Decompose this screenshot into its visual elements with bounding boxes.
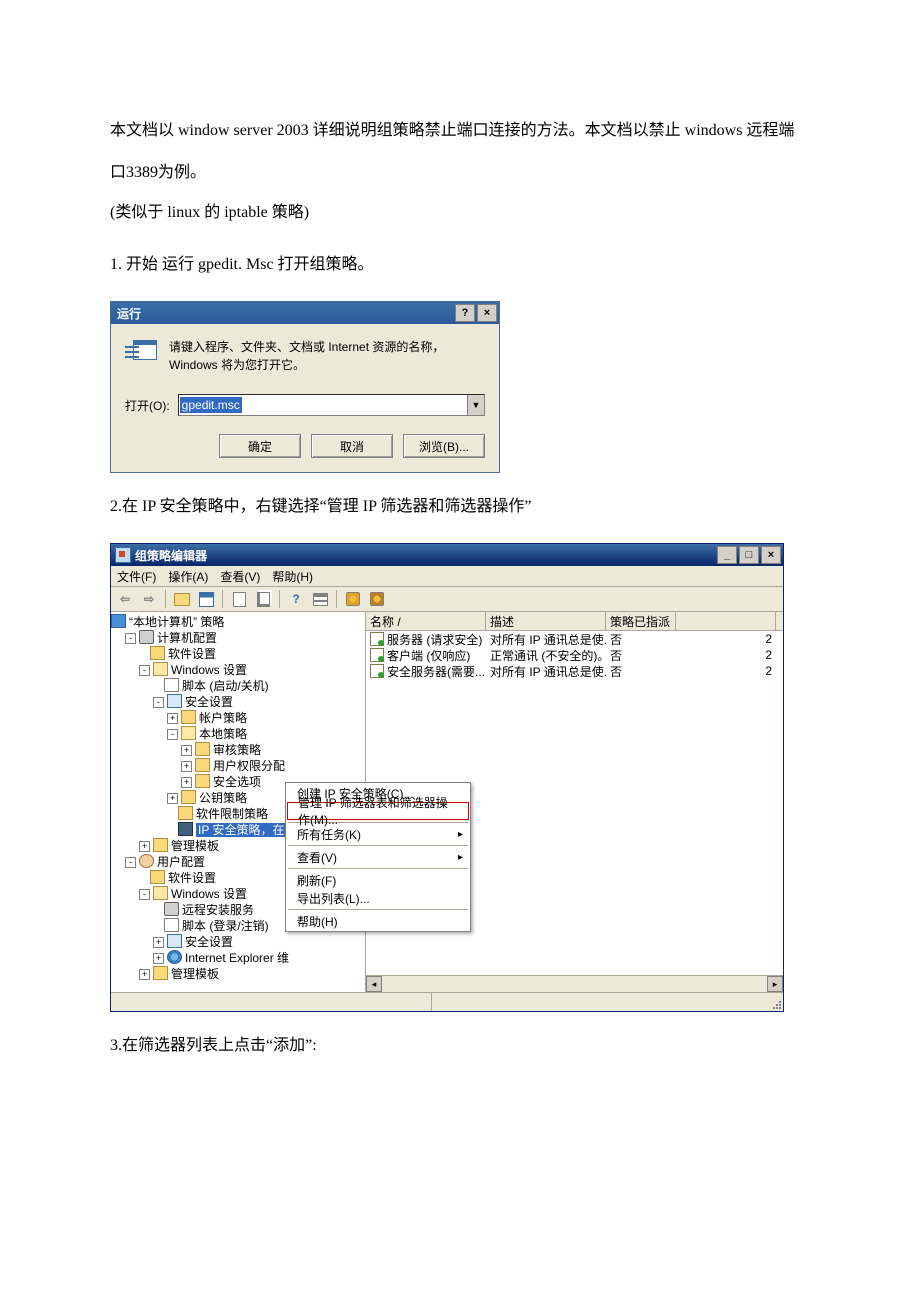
ctx-help[interactable]: 帮助(H) (287, 912, 469, 930)
step-3: 3.在筛选器列表上点击“添加”: (110, 1030, 810, 1062)
cancel-button[interactable]: 取消 (311, 434, 393, 458)
list-header: 名称 / 描述 策略已指派 (366, 612, 783, 631)
tree-item[interactable]: 软件设置 (111, 646, 365, 662)
col-desc[interactable]: 描述 (486, 612, 606, 630)
menu-view[interactable]: 查看(V) (220, 568, 260, 585)
tree-computer-config[interactable]: -计算机配置 (111, 630, 365, 646)
policy-icon (370, 648, 384, 662)
ctx-all-tasks[interactable]: 所有任务(K) (287, 825, 469, 843)
run-titlebar: 运行 ? × (111, 302, 499, 324)
maximize-icon[interactable]: □ (739, 546, 759, 564)
chevron-down-icon[interactable]: ▼ (467, 395, 484, 415)
ctx-refresh[interactable]: 刷新(F) (287, 871, 469, 889)
close-icon[interactable]: × (477, 304, 497, 322)
run-icon (125, 340, 157, 364)
col-name[interactable]: 名称 / (366, 612, 486, 630)
browse-button[interactable]: 浏览(B)... (403, 434, 485, 458)
run-description: 请键入程序、文件夹、文档或 Internet 资源的名称，Windows 将为您… (169, 338, 485, 374)
policy-icon (370, 664, 384, 678)
ok-button[interactable]: 确定 (219, 434, 301, 458)
gpedit-window: 组策略编辑器 _ □ × 文件(F) 操作(A) 查看(V) 帮助(H) ⇦ ⇨ (110, 543, 784, 1012)
forward-icon[interactable]: ⇨ (139, 589, 159, 609)
mmc-icon (115, 547, 131, 563)
ipsec-icon-2[interactable] (367, 589, 387, 609)
ctx-export[interactable]: 导出列表(L)... (287, 889, 469, 907)
minimize-icon[interactable]: _ (717, 546, 737, 564)
resize-grip-icon[interactable] (767, 993, 783, 1011)
statusbar (111, 992, 783, 1011)
up-folder-icon[interactable] (172, 589, 192, 609)
tree-item[interactable]: +管理模板 (111, 966, 365, 982)
help-icon[interactable]: ? (455, 304, 475, 322)
menu-action[interactable]: 操作(A) (168, 568, 208, 585)
list-item[interactable]: 安全服务器(需要...对所有 IP 通讯总是使...否2 (366, 663, 783, 679)
col-last[interactable] (676, 612, 776, 630)
ipsec-icon-1[interactable] (343, 589, 363, 609)
toolbar: ⇦ ⇨ (111, 587, 783, 612)
scroll-left-icon[interactable]: ◂ (366, 976, 382, 992)
ctx-manage-filters[interactable]: 管理 IP 筛选器表和筛选器操作(M)... (287, 802, 469, 820)
col-assigned[interactable]: 策略已指派 (606, 612, 676, 630)
open-label: 打开(O): (125, 397, 170, 414)
tree-item[interactable]: +审核策略 (111, 742, 365, 758)
open-combobox[interactable]: gpedit.msc ▼ (178, 394, 485, 416)
tree-item[interactable]: +帐户策略 (111, 710, 365, 726)
ctx-view[interactable]: 查看(V) (287, 848, 469, 866)
tree-item[interactable]: -安全设置 (111, 694, 365, 710)
scroll-right-icon[interactable]: ▸ (767, 976, 783, 992)
properties-icon[interactable] (229, 589, 249, 609)
back-icon[interactable]: ⇦ (115, 589, 135, 609)
run-dialog: 运行 ? × 请键入程序、文件夹、文档或 Internet 资源的名称，Wind… (110, 301, 500, 473)
open-value: gpedit.msc (180, 397, 242, 413)
step-2: 2.在 IP 安全策略中，右键选择“管理 IP 筛选器和筛选器操作” (110, 491, 810, 523)
tree-item[interactable]: -本地策略 (111, 726, 365, 742)
menu-help[interactable]: 帮助(H) (272, 568, 313, 585)
tree-root[interactable]: “本地计算机” 策略 (111, 614, 365, 630)
gpedit-title-text: 组策略编辑器 (135, 547, 207, 564)
intro-paragraph-2: (类似于 linux 的 iptable 策略) (110, 197, 810, 229)
list-item[interactable]: 服务器 (请求安全)对所有 IP 通讯总是使...否2 (366, 631, 783, 647)
tree-item[interactable]: +Internet Explorer 维 (111, 950, 365, 966)
horizontal-scrollbar[interactable]: ◂ ▸ (366, 975, 783, 992)
list-item[interactable]: 客户端 (仅响应)正常通讯 (不安全的)。...否2 (366, 647, 783, 663)
close-icon[interactable]: × (761, 546, 781, 564)
menubar: 文件(F) 操作(A) 查看(V) 帮助(H) (111, 566, 783, 587)
intro-paragraph-1: 本文档以 window server 2003 详细说明组策略禁止端口连接的方法… (110, 110, 810, 193)
step-1: 1. 开始 运行 gpedit. Msc 打开组策略。 (110, 249, 810, 281)
tree-item[interactable]: +用户权限分配 (111, 758, 365, 774)
help-icon[interactable] (286, 589, 306, 609)
list-icon[interactable] (310, 589, 330, 609)
run-title-text: 运行 (117, 305, 141, 322)
policy-icon (370, 632, 384, 646)
menu-file[interactable]: 文件(F) (117, 568, 156, 585)
copy-icon[interactable] (253, 589, 273, 609)
tree-item[interactable]: +安全设置 (111, 934, 365, 950)
show-tree-icon[interactable] (196, 589, 216, 609)
tree-item[interactable]: -Windows 设置 (111, 662, 365, 678)
tree-item[interactable]: 脚本 (启动/关机) (111, 678, 365, 694)
gpedit-titlebar: 组策略编辑器 _ □ × (111, 544, 783, 566)
context-menu: 创建 IP 安全策略(C)... 管理 IP 筛选器表和筛选器操作(M)... … (285, 782, 471, 932)
